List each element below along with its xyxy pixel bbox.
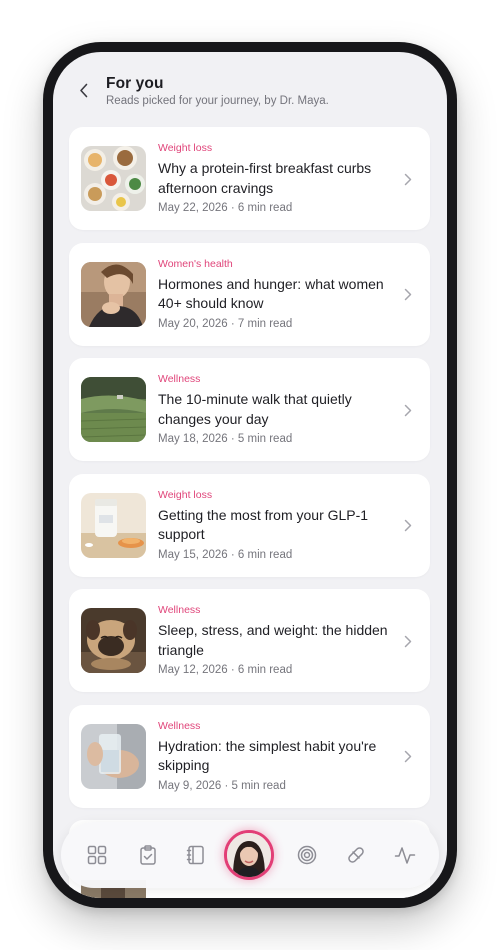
chevron-right-icon [402,747,414,767]
page-subtitle: Reads picked for your journey, by Dr. Ma… [106,95,329,107]
article-title: Sleep, stress, and weight: the hidden tr… [158,622,388,658]
chevron-right-icon [402,400,414,420]
article-category: Women's health [158,257,233,270]
article-meta: May 12, 2026 · 6 min read [158,664,293,676]
tab-journal[interactable] [182,841,210,869]
bottom-tab-bar [61,822,439,888]
clipboard-check-icon [140,845,156,865]
grid-icon [87,845,107,865]
activity-icon [394,847,416,864]
article-thumbnail [81,492,146,558]
tab-goals[interactable] [293,841,321,869]
target-icon [297,845,317,865]
article-card[interactable]: Wellness Hydration: the simplest habit y… [69,704,430,808]
chevron-right-icon [402,169,414,189]
profile-avatar[interactable] [224,830,274,880]
article-thumbnail [81,261,146,327]
chevron-right-icon [402,631,414,651]
article-thumbnail [81,608,146,673]
tab-tasks[interactable] [134,841,162,869]
article-category: Weight loss [158,488,213,501]
chevron-left-icon [79,83,87,97]
article-card[interactable]: Women's health Hormones and hunger: what… [69,242,430,346]
notebook-icon [186,845,204,865]
article-title: Hormones and hunger: what women 40+ shou… [158,275,384,312]
phone-frame: For you Reads picked for your journey, b… [43,42,457,908]
article-title: The 10-minute walk that quietly changes … [158,391,352,427]
tab-medication[interactable] [342,841,370,869]
chevron-right-icon [402,285,414,305]
header: For you Reads picked for your journey, b… [53,52,447,124]
article-card[interactable]: Weight loss Getting the most from your G… [69,473,430,577]
article-meta: May 20, 2026 · 7 min read [158,317,293,330]
article-category: Weight loss [158,142,213,154]
tab-activity[interactable] [391,841,419,869]
article-list: Weight loss Why a protein-first breakfas… [69,127,431,820]
article-category: Wellness [158,373,201,385]
article-card[interactable]: Weight loss Why a protein-first breakfas… [69,127,430,230]
article-meta: May 18, 2026 · 5 min read [158,433,293,445]
screen: For you Reads picked for your journey, b… [53,52,447,898]
article-title: Hydration: the simplest habit you're ski… [158,737,377,774]
article-title: Why a protein-first breakfast curbs afte… [158,160,372,196]
article-card[interactable]: Wellness Sleep, stress, and weight: the … [69,589,430,692]
back-button[interactable] [75,78,91,102]
pill-icon [348,847,364,863]
article-thumbnail [81,377,146,442]
article-category: Wellness [158,604,201,616]
article-thumbnail [81,146,146,211]
article-meta: May 9, 2026 · 5 min read [158,779,286,792]
article-meta: May 22, 2026 · 6 min read [158,202,293,214]
article-category: Wellness [158,719,201,732]
tab-dashboard[interactable] [83,841,111,869]
chevron-right-icon [402,516,414,536]
article-title: Getting the most from your GLP-1 support [158,506,369,543]
page-title: For you [106,75,164,92]
article-card[interactable]: Wellness The 10-minute walk that quietly… [69,358,430,461]
article-meta: May 15, 2026 · 6 min read [158,548,293,561]
article-thumbnail [81,723,146,789]
